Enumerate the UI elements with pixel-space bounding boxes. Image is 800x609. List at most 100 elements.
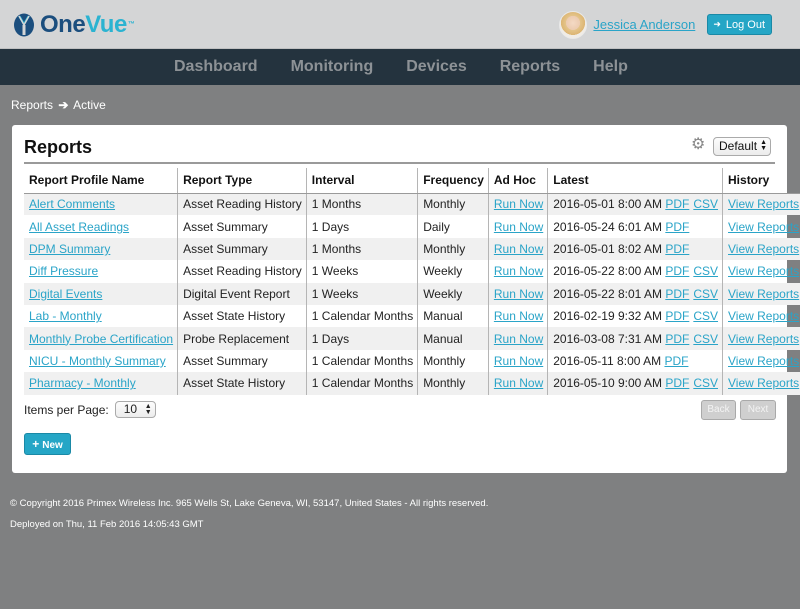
csv-link[interactable]: CSV <box>693 264 718 278</box>
user-name-link[interactable]: Jessica Anderson <box>593 17 695 32</box>
new-label: New <box>42 440 63 451</box>
run-now-link[interactable]: Run Now <box>494 332 543 346</box>
cell-frequency: Daily <box>417 215 489 238</box>
view-reports-link[interactable]: View Reports <box>728 376 799 390</box>
pdf-link[interactable]: PDF <box>665 242 689 256</box>
pdf-link[interactable]: PDF <box>665 197 689 211</box>
latest-timestamp: 2016-05-01 8:00 AM <box>553 197 662 212</box>
new-report-button[interactable]: + New <box>24 433 71 455</box>
view-select[interactable]: Default ▲ ▼ <box>713 137 771 156</box>
nav-monitoring[interactable]: Monitoring <box>291 58 374 76</box>
run-now-link[interactable]: Run Now <box>494 197 543 211</box>
latest-timestamp: 2016-05-11 8:00 AM <box>553 353 662 368</box>
items-per-page-select[interactable]: 10 ▲ ▼ <box>114 401 156 418</box>
col-header-frequency[interactable]: Frequency <box>417 168 489 194</box>
nav-reports[interactable]: Reports <box>500 58 560 76</box>
col-header-history[interactable]: History <box>722 168 800 194</box>
breadcrumb-arrow-icon: ➔ <box>58 98 69 112</box>
report-name-link[interactable]: Diff Pressure <box>29 264 98 278</box>
csv-link[interactable]: CSV <box>693 332 718 346</box>
view-reports-link[interactable]: View Reports <box>728 264 799 278</box>
latest-timestamp: 2016-05-22 8:01 AM <box>553 286 662 301</box>
cell-latest: 2016-05-01 8:02 AM PDF <box>547 237 723 261</box>
cell-adhoc: Run Now <box>487 372 548 395</box>
gear-icon[interactable]: ⚙ <box>691 137 707 153</box>
cell-name: Alert Comments <box>24 193 178 216</box>
footer-copyright: © Copyright 2016 Primex Wireless Inc. 96… <box>10 498 489 509</box>
cell-adhoc: Run Now <box>487 260 548 283</box>
report-name-link[interactable]: DPM Summary <box>29 242 110 256</box>
view-reports-link[interactable]: View Reports <box>728 287 799 301</box>
cell-name: Pharmacy - Monthly <box>24 372 178 395</box>
cell-interval: 1 Days <box>305 327 418 350</box>
table-row: All Asset Readings Asset Summary 1 Days Dai… <box>24 215 800 238</box>
cell-interval: 1 Calendar Months <box>305 372 418 395</box>
report-name-link[interactable]: All Asset Readings <box>29 220 129 234</box>
nav-devices[interactable]: Devices <box>406 58 467 76</box>
table-row: Monthly Probe Certification Probe Replace… <box>24 327 800 350</box>
nav-dashboard[interactable]: Dashboard <box>174 58 258 76</box>
breadcrumb-parent[interactable]: Reports <box>11 98 53 112</box>
col-header-latest[interactable]: Latest <box>547 168 723 194</box>
col-header-interval[interactable]: Interval <box>305 168 418 194</box>
view-reports-link[interactable]: View Reports <box>728 332 799 346</box>
report-name-link[interactable]: NICU - Monthly Summary <box>29 354 166 368</box>
logout-button[interactable]: ➜ Log Out <box>707 14 772 35</box>
pdf-link[interactable]: PDF <box>665 264 689 278</box>
cell-adhoc: Run Now <box>487 215 548 238</box>
cell-frequency: Monthly <box>417 349 489 373</box>
cell-type: Asset Reading History <box>177 260 307 283</box>
csv-link[interactable]: CSV <box>693 309 718 323</box>
latest-timestamp: 2016-05-10 9:00 AM <box>553 376 662 391</box>
pdf-link[interactable]: PDF <box>665 332 689 346</box>
user-avatar[interactable] <box>559 10 588 39</box>
next-button[interactable]: Next <box>740 400 776 420</box>
cell-frequency: Monthly <box>417 237 489 261</box>
cell-frequency: Manual <box>417 304 489 328</box>
pdf-link[interactable]: PDF <box>665 287 689 301</box>
cell-name: Monthly Probe Certification <box>24 327 178 350</box>
back-button[interactable]: Back <box>701 400 736 420</box>
cell-history: View Reports <box>722 193 800 216</box>
report-name-link[interactable]: Lab - Monthly <box>29 309 102 323</box>
cell-history: View Reports <box>722 215 800 238</box>
onevue-logo[interactable]: OneVue™ <box>12 12 135 38</box>
report-name-link[interactable]: Alert Comments <box>29 197 115 211</box>
run-now-link[interactable]: Run Now <box>494 264 543 278</box>
pdf-link[interactable]: PDF <box>665 376 689 390</box>
view-reports-link[interactable]: View Reports <box>728 242 799 256</box>
run-now-link[interactable]: Run Now <box>494 354 543 368</box>
view-reports-link[interactable]: View Reports <box>728 354 799 368</box>
view-reports-link[interactable]: View Reports <box>728 197 799 211</box>
run-now-link[interactable]: Run Now <box>494 376 543 390</box>
cell-frequency: Manual <box>417 327 489 350</box>
report-name-link[interactable]: Monthly Probe Certification <box>29 332 173 346</box>
run-now-link[interactable]: Run Now <box>494 287 543 301</box>
run-now-link[interactable]: Run Now <box>494 309 543 323</box>
col-header-adhoc[interactable]: Ad Hoc <box>487 168 548 194</box>
reports-table: Report Profile Name Report Type Interval… <box>24 168 800 395</box>
csv-link[interactable]: CSV <box>693 376 718 390</box>
col-header-type[interactable]: Report Type <box>177 168 307 194</box>
csv-link[interactable]: CSV <box>693 287 718 301</box>
pdf-link[interactable]: PDF <box>665 220 689 234</box>
view-reports-link[interactable]: View Reports <box>728 309 799 323</box>
run-now-link[interactable]: Run Now <box>494 242 543 256</box>
cell-type: Asset Reading History <box>177 193 307 216</box>
report-name-link[interactable]: Digital Events <box>29 287 102 301</box>
cell-adhoc: Run Now <box>487 193 548 216</box>
view-reports-link[interactable]: View Reports <box>728 220 799 234</box>
run-now-link[interactable]: Run Now <box>494 220 543 234</box>
latest-timestamp: 2016-05-22 8:00 AM <box>553 264 662 279</box>
col-header-name[interactable]: Report Profile Name <box>24 168 178 194</box>
report-name-link[interactable]: Pharmacy - Monthly <box>29 376 136 390</box>
items-per-page: Items per Page: 10 ▲ ▼ <box>24 401 156 418</box>
title-divider <box>24 162 775 164</box>
cell-latest: 2016-05-22 8:00 AM PDF CSV <box>547 260 723 283</box>
csv-link[interactable]: CSV <box>693 197 718 211</box>
nav-help[interactable]: Help <box>593 58 628 76</box>
pdf-link[interactable]: PDF <box>665 309 689 323</box>
pdf-link[interactable]: PDF <box>664 354 688 368</box>
cell-history: View Reports <box>722 260 800 283</box>
cell-history: View Reports <box>722 237 800 261</box>
